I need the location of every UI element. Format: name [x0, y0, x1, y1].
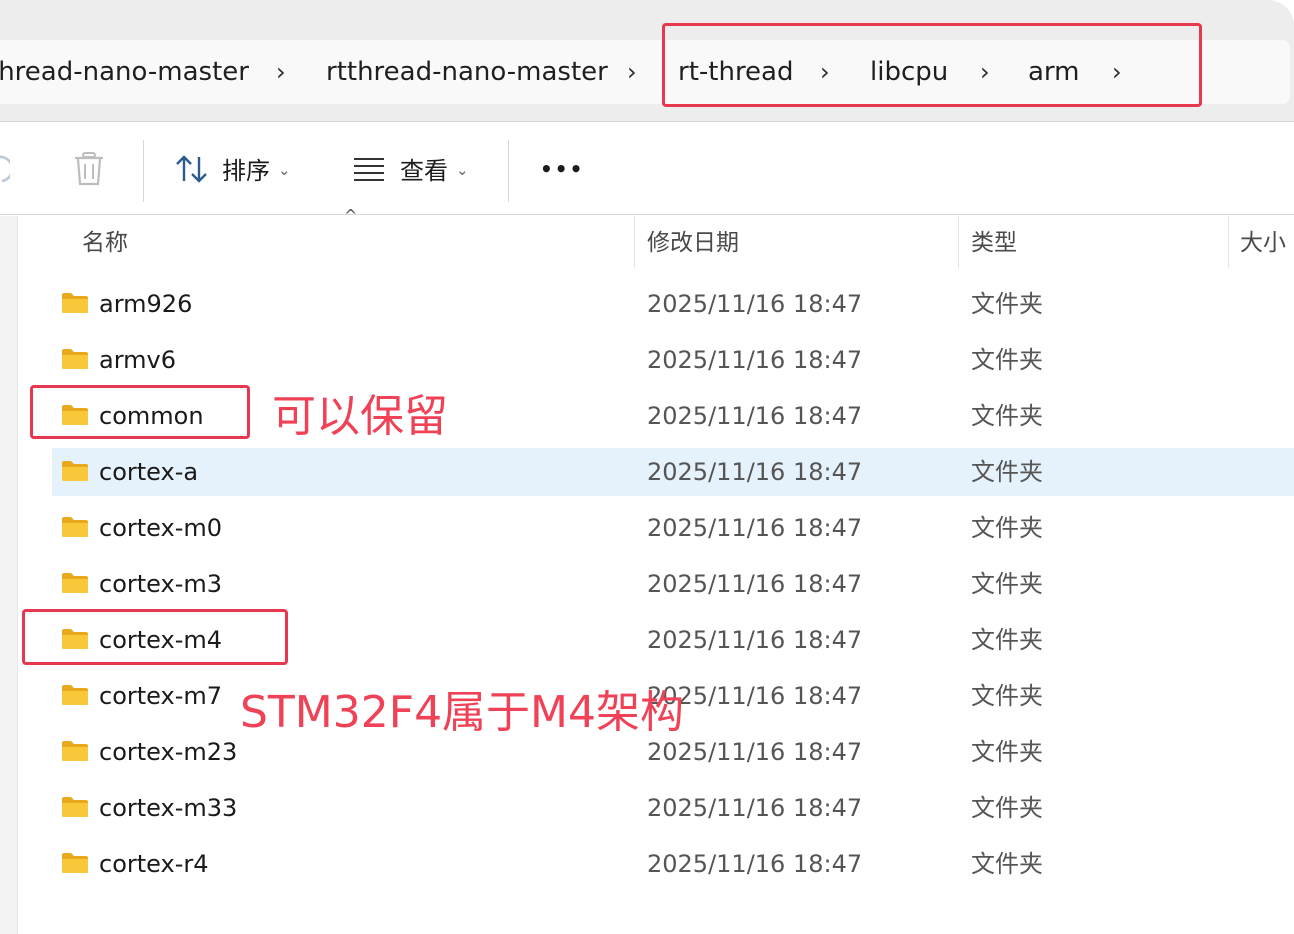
file-row[interactable]: cortex-r4 2025/11/16 18:47 文件夹 — [52, 840, 1294, 888]
folder-icon — [62, 853, 88, 873]
file-name: cortex-m33 — [99, 794, 238, 822]
refresh-button[interactable] — [0, 122, 10, 215]
folder-icon — [62, 517, 88, 537]
folder-icon — [62, 573, 88, 593]
file-modified-date: 2025/11/16 18:47 — [647, 346, 863, 374]
toolbar-divider — [508, 140, 509, 202]
file-row[interactable]: cortex-a 2025/11/16 18:47 文件夹 — [52, 448, 1294, 496]
file-name: armv6 — [99, 346, 177, 374]
file-modified-date: 2025/11/16 18:47 — [647, 458, 863, 486]
sort-label: 排序 — [222, 157, 270, 185]
file-row[interactable]: cortex-m3 2025/11/16 18:47 文件夹 — [52, 560, 1294, 608]
folder-icon — [62, 349, 88, 369]
file-modified-date: 2025/11/16 18:47 — [647, 514, 863, 542]
annotation-m4-note: STM32F4属于M4架构 — [240, 687, 685, 738]
breadcrumb-item-rtthread-nano-master[interactable]: rtthread-nano-master — [326, 40, 608, 104]
column-divider[interactable] — [1228, 216, 1229, 268]
sort-button[interactable]: 排序 ⌄ — [174, 122, 291, 215]
annotation-box-common — [30, 385, 250, 439]
more-icon: ••• — [540, 156, 585, 181]
folder-icon — [62, 741, 88, 761]
breadcrumb-chevron-icon[interactable]: › — [627, 40, 637, 104]
command-bar: 排序 ⌄ 查看 ⌄ ••• — [0, 122, 1294, 215]
breadcrumb-item-thread-nano-master[interactable]: thread-nano-master — [0, 40, 249, 104]
file-name: cortex-m3 — [99, 570, 223, 598]
file-type: 文件夹 — [971, 458, 1043, 486]
column-header-name[interactable]: 名称 — [82, 216, 128, 268]
file-modified-date: 2025/11/16 18:47 — [647, 626, 863, 654]
file-name: cortex-m7 — [99, 682, 223, 710]
toolbar-divider — [143, 140, 144, 202]
navigation-pane-edge — [0, 216, 18, 934]
file-name: cortex-m0 — [99, 514, 223, 542]
file-name: arm926 — [99, 290, 193, 318]
column-header-type[interactable]: 类型 — [971, 216, 1017, 268]
file-type: 文件夹 — [971, 626, 1043, 654]
file-name: cortex-m23 — [99, 738, 238, 766]
file-type: 文件夹 — [971, 402, 1043, 430]
file-name: cortex-r4 — [99, 850, 209, 878]
folder-icon — [62, 293, 88, 313]
file-row[interactable]: arm926 2025/11/16 18:47 文件夹 — [52, 280, 1294, 328]
column-header-size[interactable]: 大小 — [1240, 216, 1286, 268]
chevron-down-icon: ⌄ — [456, 160, 469, 179]
delete-icon — [75, 151, 103, 185]
folder-icon — [62, 685, 88, 705]
view-button[interactable]: 查看 ⌄ — [352, 122, 469, 215]
file-modified-date: 2025/11/16 18:47 — [647, 402, 863, 430]
refresh-icon — [0, 155, 10, 182]
sort-icon — [176, 154, 207, 183]
column-divider[interactable] — [958, 216, 959, 268]
file-row[interactable]: cortex-m33 2025/11/16 18:47 文件夹 — [52, 784, 1294, 832]
column-header-modified[interactable]: 修改日期 — [647, 216, 739, 268]
chevron-down-icon: ⌄ — [278, 160, 291, 179]
folder-icon — [62, 797, 88, 817]
annotation-keep-note: 可以保留 — [272, 391, 448, 442]
file-type: 文件夹 — [971, 738, 1043, 766]
file-type: 文件夹 — [971, 514, 1043, 542]
breadcrumb-chevron-icon[interactable]: › — [276, 40, 286, 104]
folder-icon — [62, 461, 88, 481]
file-name: cortex-a — [99, 458, 199, 486]
delete-button[interactable] — [72, 122, 106, 215]
file-type: 文件夹 — [971, 346, 1043, 374]
column-divider[interactable] — [634, 216, 635, 268]
file-row[interactable]: cortex-m0 2025/11/16 18:47 文件夹 — [52, 504, 1294, 552]
file-row[interactable]: armv6 2025/11/16 18:47 文件夹 — [52, 336, 1294, 384]
file-type: 文件夹 — [971, 850, 1043, 878]
file-modified-date: 2025/11/16 18:47 — [647, 290, 863, 318]
file-type: 文件夹 — [971, 794, 1043, 822]
view-label: 查看 — [400, 157, 448, 185]
file-modified-date: 2025/11/16 18:47 — [647, 570, 863, 598]
file-modified-date: 2025/11/16 18:47 — [647, 850, 863, 878]
breadcrumb-clip: thread-nano-master — [0, 40, 250, 104]
annotation-box-breadcrumb — [662, 23, 1202, 107]
view-icon — [354, 157, 384, 181]
annotation-box-cortex-m4 — [22, 609, 288, 665]
more-options-button[interactable]: ••• — [540, 122, 584, 215]
sort-ascending-caret-icon: ^ — [344, 206, 358, 225]
file-type: 文件夹 — [971, 290, 1043, 318]
file-type: 文件夹 — [971, 570, 1043, 598]
file-modified-date: 2025/11/16 18:47 — [647, 794, 863, 822]
file-type: 文件夹 — [971, 682, 1043, 710]
